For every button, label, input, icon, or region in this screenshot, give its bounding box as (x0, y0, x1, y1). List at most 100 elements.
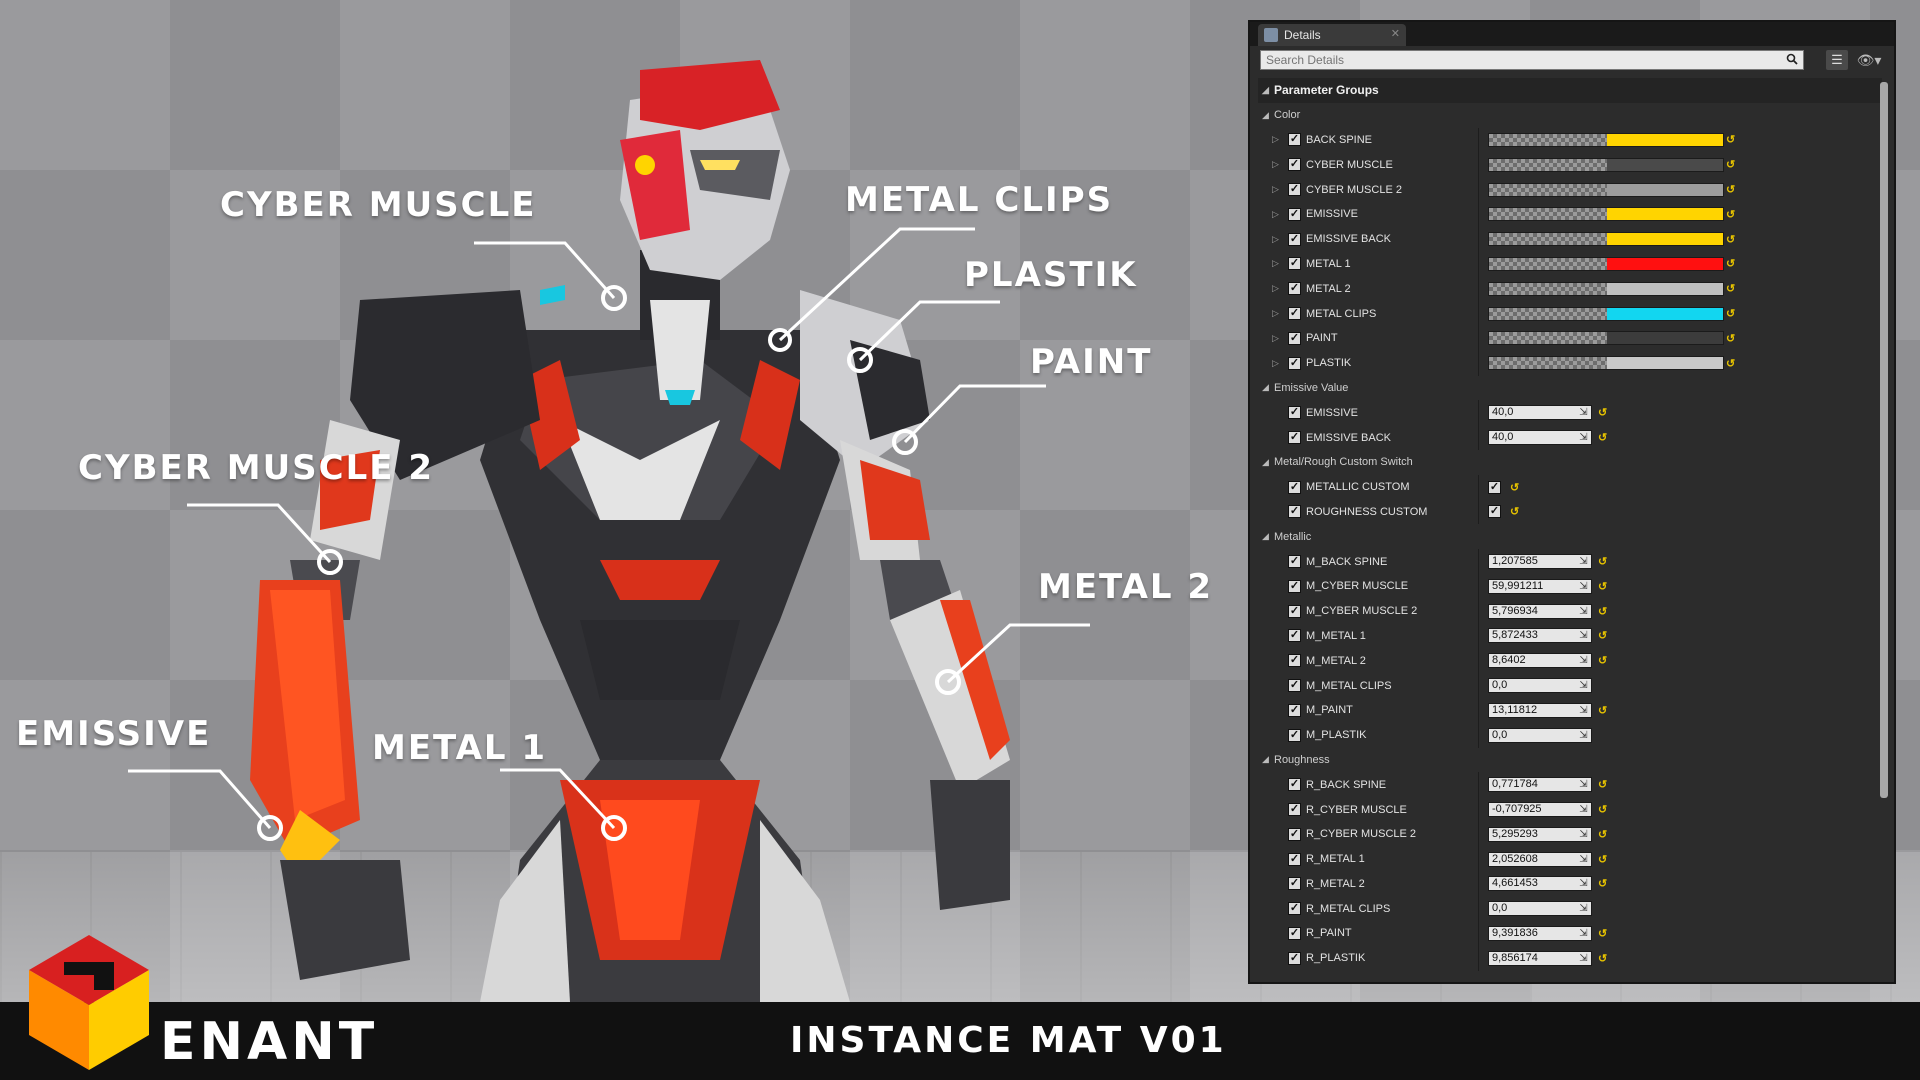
collapse-arrow-icon[interactable]: ◢ (1262, 85, 1274, 96)
value-field[interactable]: 5,872433 ⇲ (1488, 628, 1592, 644)
collapse-arrow-icon[interactable]: ◢ (1262, 110, 1274, 121)
expand-arrow-icon[interactable]: ▷ (1272, 333, 1282, 344)
override-checkbox[interactable]: ✓ (1288, 778, 1301, 792)
override-checkbox[interactable]: ✓ (1288, 604, 1301, 618)
value-field[interactable]: 0,0 ⇲ (1488, 901, 1592, 917)
drag-icon[interactable]: ⇲ (1578, 878, 1589, 889)
reset-arrow-icon[interactable]: ↺ (1726, 183, 1735, 196)
reset-arrow-icon[interactable]: ↺ (1598, 580, 1607, 593)
drag-icon[interactable]: ⇲ (1578, 432, 1589, 443)
override-checkbox[interactable]: ✓ (1288, 703, 1301, 717)
collapse-arrow-icon[interactable]: ◢ (1262, 382, 1274, 393)
override-checkbox[interactable]: ✓ (1288, 505, 1301, 519)
bool-checkbox[interactable]: ✓ (1488, 480, 1501, 494)
override-checkbox[interactable]: ✓ (1288, 331, 1301, 345)
scrollbar[interactable] (1880, 82, 1888, 798)
reset-arrow-icon[interactable]: ↺ (1598, 704, 1607, 717)
color-swatch[interactable] (1488, 157, 1724, 172)
reset-arrow-icon[interactable]: ↺ (1726, 233, 1735, 246)
drag-icon[interactable]: ⇲ (1578, 655, 1589, 666)
reset-arrow-icon[interactable]: ↺ (1726, 133, 1735, 146)
value-field[interactable]: 0,0 ⇲ (1488, 678, 1592, 694)
eye-dropdown-icon[interactable]: 👁▾ (1854, 50, 1884, 70)
drag-icon[interactable]: ⇲ (1578, 606, 1589, 617)
override-checkbox[interactable]: ✓ (1288, 579, 1301, 593)
drag-icon[interactable]: ⇲ (1578, 854, 1589, 865)
drag-icon[interactable]: ⇲ (1578, 953, 1589, 964)
override-checkbox[interactable]: ✓ (1288, 133, 1301, 147)
reset-arrow-icon[interactable]: ↺ (1510, 481, 1519, 494)
drag-icon[interactable]: ⇲ (1578, 928, 1589, 939)
value-field[interactable]: -0,707925 ⇲ (1488, 802, 1592, 817)
override-checkbox[interactable]: ✓ (1288, 431, 1301, 445)
close-icon[interactable]: ✕ (1391, 27, 1400, 40)
reset-arrow-icon[interactable]: ↺ (1598, 654, 1607, 667)
color-swatch[interactable] (1488, 356, 1724, 371)
search-icon[interactable] (1786, 53, 1798, 65)
override-checkbox[interactable]: ✓ (1288, 951, 1301, 965)
override-checkbox[interactable]: ✓ (1288, 232, 1301, 246)
override-checkbox[interactable]: ✓ (1288, 926, 1301, 940)
drag-icon[interactable]: ⇲ (1578, 680, 1589, 691)
expand-arrow-icon[interactable]: ▷ (1272, 358, 1282, 369)
override-checkbox[interactable]: ✓ (1288, 827, 1301, 841)
view-options-icon[interactable]: ☰ (1826, 50, 1848, 70)
reset-arrow-icon[interactable]: ↺ (1598, 778, 1607, 791)
override-checkbox[interactable]: ✓ (1288, 183, 1301, 197)
expand-arrow-icon[interactable]: ▷ (1272, 258, 1282, 269)
drag-icon[interactable]: ⇲ (1578, 556, 1589, 567)
value-field[interactable]: 5,295293 ⇲ (1488, 826, 1592, 842)
reset-arrow-icon[interactable]: ↺ (1598, 555, 1607, 568)
reset-arrow-icon[interactable]: ↺ (1598, 853, 1607, 866)
reset-arrow-icon[interactable]: ↺ (1598, 406, 1607, 419)
drag-icon[interactable]: ⇲ (1578, 630, 1589, 641)
expand-arrow-icon[interactable]: ▷ (1272, 184, 1282, 195)
value-field[interactable]: 13,11812 ⇲ (1488, 702, 1592, 718)
drag-icon[interactable]: ⇲ (1578, 407, 1589, 418)
override-checkbox[interactable]: ✓ (1288, 356, 1301, 370)
override-checkbox[interactable]: ✓ (1288, 207, 1301, 221)
drag-icon[interactable]: ⇲ (1578, 779, 1589, 790)
override-checkbox[interactable]: ✓ (1288, 555, 1301, 569)
value-field[interactable]: 40,0 ⇲ (1488, 430, 1592, 446)
color-swatch[interactable] (1488, 232, 1724, 247)
tab-details[interactable]: Details ✕ (1258, 24, 1406, 46)
reset-arrow-icon[interactable]: ↺ (1598, 431, 1607, 444)
drag-icon[interactable]: ⇲ (1578, 829, 1589, 840)
color-swatch[interactable] (1488, 132, 1724, 147)
reset-arrow-icon[interactable]: ↺ (1598, 803, 1607, 816)
collapse-arrow-icon[interactable]: ◢ (1262, 531, 1274, 542)
override-checkbox[interactable]: ✓ (1288, 158, 1301, 172)
reset-arrow-icon[interactable]: ↺ (1726, 257, 1735, 270)
reset-arrow-icon[interactable]: ↺ (1598, 828, 1607, 841)
value-field[interactable]: 59,991211 ⇲ (1488, 578, 1592, 594)
reset-arrow-icon[interactable]: ↺ (1726, 208, 1735, 221)
value-field[interactable]: 5,796934 ⇲ (1488, 603, 1592, 619)
drag-icon[interactable]: ⇲ (1578, 903, 1589, 914)
reset-arrow-icon[interactable]: ↺ (1726, 307, 1735, 320)
override-checkbox[interactable]: ✓ (1288, 629, 1301, 643)
value-field[interactable]: 4,661453 ⇲ (1488, 876, 1592, 892)
override-checkbox[interactable]: ✓ (1288, 679, 1301, 693)
override-checkbox[interactable]: ✓ (1288, 406, 1301, 420)
reset-arrow-icon[interactable]: ↺ (1598, 629, 1607, 642)
value-field[interactable]: 9,856174 ⇲ (1488, 950, 1592, 966)
color-swatch[interactable] (1488, 207, 1724, 222)
value-field[interactable]: 0,0 ⇲ (1488, 727, 1592, 743)
override-checkbox[interactable]: ✓ (1288, 257, 1301, 271)
override-checkbox[interactable]: ✓ (1288, 877, 1301, 891)
value-field[interactable]: 0,771784 ⇲ (1488, 777, 1592, 793)
override-checkbox[interactable]: ✓ (1288, 852, 1301, 866)
search-input[interactable] (1260, 50, 1804, 70)
override-checkbox[interactable]: ✓ (1288, 307, 1301, 321)
drag-icon[interactable]: ⇲ (1578, 581, 1589, 592)
expand-arrow-icon[interactable]: ▷ (1272, 283, 1282, 294)
reset-arrow-icon[interactable]: ↺ (1510, 505, 1519, 518)
collapse-arrow-icon[interactable]: ◢ (1262, 754, 1274, 765)
override-checkbox[interactable]: ✓ (1288, 480, 1301, 494)
override-checkbox[interactable]: ✓ (1288, 728, 1301, 742)
override-checkbox[interactable]: ✓ (1288, 902, 1301, 916)
expand-arrow-icon[interactable]: ▷ (1272, 308, 1282, 319)
drag-icon[interactable]: ⇲ (1578, 730, 1589, 741)
collapse-arrow-icon[interactable]: ◢ (1262, 457, 1274, 468)
